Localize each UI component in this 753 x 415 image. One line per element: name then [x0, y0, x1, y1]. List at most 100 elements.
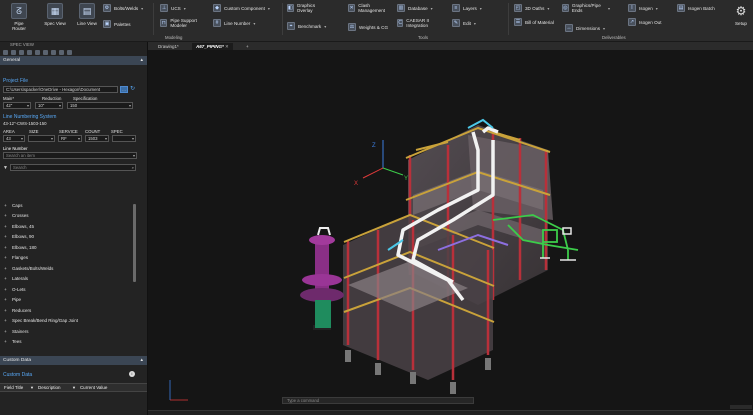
tree-item-gaskets-bolts-welds[interactable]: + Gaskets/Bolts/Welds: [3, 263, 135, 274]
expand-icon: +: [4, 234, 7, 240]
weights-cg-button[interactable]: ⚖ Weights & CG: [348, 23, 388, 31]
tree-item-elbows-180[interactable]: + Elbows, 180: [3, 242, 135, 253]
spec-label: SPEC: [111, 129, 123, 134]
search-icon: ⌕: [131, 165, 134, 170]
dimensions-button[interactable]: ↔ Dimensions ▾: [565, 24, 605, 32]
palettes-button[interactable]: ▣ Palettes: [103, 20, 131, 28]
model-viewport[interactable]: Z X Y: [148, 50, 753, 410]
edit-button[interactable]: ✎ Edit ▾: [452, 19, 476, 27]
axis-z-label: Z: [372, 143, 376, 149]
clash-management-button[interactable]: ✕ Clash Management: [348, 3, 393, 13]
ucs-axis: Z X Y: [354, 140, 408, 187]
project-file-field[interactable]: C:\Users\spacker\OneDrive - Hexagon\Docu…: [3, 86, 118, 93]
tab-a67-piping[interactable]: A67_PIPING* ✕: [192, 43, 233, 50]
column-description[interactable]: Description: [34, 385, 72, 390]
ucs-button[interactable]: ⊥ UCS ▾: [160, 4, 186, 12]
add-tab-button[interactable]: +: [242, 43, 253, 50]
refresh-icon[interactable]: [35, 49, 40, 55]
tab-drawing1[interactable]: Drawing1*: [154, 43, 183, 50]
spec-select[interactable]: ▾: [112, 135, 136, 142]
search-input[interactable]: Search ⌕: [9, 164, 136, 171]
chevron-down-icon: ▾: [50, 136, 53, 141]
tree-item-spec-break[interactable]: + Spec Break/Bend Ring/Gap Joint: [3, 316, 135, 327]
ucs-icon: ⊥: [160, 4, 168, 12]
service-select[interactable]: RF ▾: [58, 135, 82, 142]
tree-item-crosses[interactable]: + Crosses: [3, 211, 135, 222]
column-field-title[interactable]: Field Title: [0, 385, 30, 390]
custom-data-section-header[interactable]: Custom Data ▴: [0, 356, 147, 365]
database-button[interactable]: ▥ Database ▾: [397, 4, 433, 12]
gear-icon: ⚙: [733, 3, 749, 19]
size-select[interactable]: ▾: [28, 135, 55, 142]
tree-item-reducers[interactable]: + Reducers: [3, 305, 135, 316]
support-icon: ⊓: [160, 19, 168, 27]
count-select[interactable]: 1503 ▾: [85, 135, 109, 142]
isogen-batch-button[interactable]: ▤ Isogen Batch: [677, 4, 715, 12]
tree-item-pipe[interactable]: + Pipe: [3, 295, 135, 306]
benchmark-button[interactable]: ⌖ Benchmark ▾: [287, 22, 326, 30]
chevron-up-icon: ▴: [140, 57, 143, 63]
tree-item-elbows-45[interactable]: + Elbows, 45: [3, 221, 135, 232]
close-icon[interactable]: ✕: [225, 44, 229, 49]
tree-item-flanges[interactable]: + Flanges: [3, 253, 135, 264]
area-label: AREA: [3, 129, 15, 134]
column-current-value[interactable]: Current Value: [76, 385, 107, 390]
expand-icon: +: [4, 328, 7, 334]
spec-view-button[interactable]: ▦ Spec View: [42, 3, 68, 26]
tree-item-caps[interactable]: + Caps: [3, 200, 135, 211]
line-number-parts-fields: 43 ▾ ▾ RF ▾ 1503 ▾ ▾: [0, 134, 148, 142]
layers-button[interactable]: ≡ Layers ▾: [452, 4, 482, 12]
specification-select[interactable]: 150 ▾: [67, 102, 133, 109]
spec-icon[interactable]: [27, 49, 32, 55]
catalog-icon[interactable]: [19, 49, 24, 55]
browse-button[interactable]: …: [120, 86, 128, 93]
reduction-label: Reduction: [42, 96, 62, 101]
area-select[interactable]: 43 ▾: [3, 135, 25, 142]
list-icon[interactable]: [59, 49, 64, 55]
graphics-overlay-button[interactable]: ◧ Graphics Overlay: [287, 3, 325, 13]
caesar-integration-button[interactable]: C CAESAR II Integration: [397, 18, 439, 28]
filter-icon[interactable]: [11, 49, 16, 55]
command-line-input[interactable]: Type a command: [282, 397, 474, 404]
line-number-button[interactable]: # Line Number ▾: [213, 19, 255, 27]
pipe-support-modeler-button[interactable]: ⊓ Pipe Support Modeler: [160, 18, 210, 28]
isogen-out-button[interactable]: ↗ Isogen Out: [628, 18, 661, 26]
refresh-icon[interactable]: ↻: [130, 86, 136, 93]
view-icon[interactable]: [43, 49, 48, 55]
edit-icon: ✎: [452, 19, 460, 27]
grid-icon[interactable]: [51, 49, 56, 55]
expand-icon: +: [4, 297, 7, 303]
isogen-button[interactable]: I Isogen ▾: [628, 4, 658, 12]
bill-of-material-button[interactable]: ☰ Bill of Material: [514, 18, 554, 26]
tree-item-o-lets[interactable]: + O-Lets: [3, 284, 135, 295]
group-label-modeling: Modeling: [165, 35, 183, 40]
pipe-router-button[interactable]: ᘔ Pipe Router: [7, 3, 31, 31]
expand-icon: +: [4, 276, 7, 282]
bolts-welds-button[interactable]: ⚙ Bolts/Welds ▾: [103, 4, 143, 12]
info-icon[interactable]: i: [129, 371, 135, 377]
reduction-size-select[interactable]: 10" ▾: [35, 102, 63, 109]
line-number-select[interactable]: Search an item ▾: [3, 152, 137, 159]
expand-icon: +: [4, 265, 7, 271]
tree-scrollbar[interactable]: [133, 204, 136, 282]
divider: [282, 3, 283, 35]
axis-x-label: X: [354, 181, 358, 187]
3d-oaths-button[interactable]: ◰ 3D Oaths ▾: [514, 4, 549, 12]
export-icon[interactable]: [67, 49, 72, 55]
tree-item-tees[interactable]: + Tees: [3, 337, 135, 348]
chevron-down-icon: ▾: [26, 103, 29, 108]
filter-icon[interactable]: ▼: [3, 165, 8, 171]
tree-item-stainers[interactable]: + Stainers: [3, 326, 135, 337]
settings-icon[interactable]: [3, 49, 8, 55]
setup-button[interactable]: ⚙ Setup: [731, 3, 751, 26]
line-view-button[interactable]: ▤ Line View: [74, 3, 100, 26]
expand-icon: +: [4, 202, 7, 208]
main-size-select[interactable]: 42" ▾: [3, 102, 31, 109]
divider: [153, 3, 154, 35]
graphics-pipe-ends-button[interactable]: ◎ Graphics/Pipe Ends ▾: [562, 3, 610, 13]
tree-item-elbows-90[interactable]: + Elbows, 90: [3, 232, 135, 243]
general-section-header[interactable]: General ▴: [0, 56, 147, 65]
tree-item-laterals[interactable]: + Laterals: [3, 274, 135, 285]
custom-component-button[interactable]: ◆ Custom Component ▾: [213, 4, 270, 12]
chevron-up-icon: ▴: [140, 357, 143, 363]
